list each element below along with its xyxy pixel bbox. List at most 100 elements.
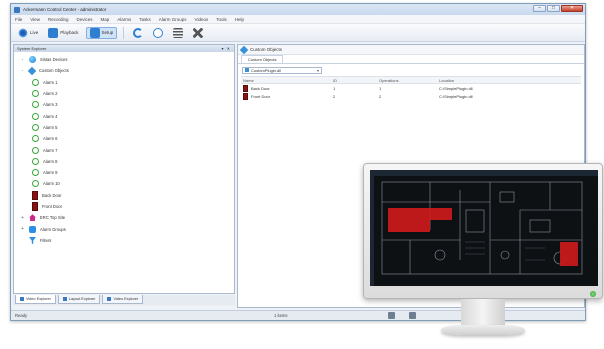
highlighted-zone-front[interactable]	[560, 242, 578, 266]
eye-icon	[18, 27, 28, 38]
column-header-location[interactable]: Location	[439, 78, 581, 83]
tree-node-label: Alarm 4	[43, 113, 58, 119]
tree-node-label: Alarm 6	[43, 136, 58, 142]
tree-node-alarm-3[interactable]: Alarm 3	[20, 99, 234, 110]
menu-file[interactable]: File	[15, 17, 22, 22]
setup-label: Setup	[101, 30, 114, 35]
menu-map[interactable]: Map	[100, 17, 109, 22]
menu-help[interactable]: Help	[235, 17, 244, 22]
menu-videos[interactable]: Videos	[195, 17, 209, 22]
title-bar: Ackermann Control Center - administrator…	[11, 4, 585, 15]
list-button[interactable]	[170, 27, 186, 39]
tree-node-alarm-9[interactable]: Alarm 9	[20, 167, 234, 178]
table-row[interactable]: Back Door 1 1 C:\SimplePlugin.dll	[241, 84, 581, 92]
menu-view[interactable]: View	[30, 17, 40, 22]
tree-node-alarm-7[interactable]: Alarm 7	[20, 144, 234, 155]
menu-devices[interactable]: Devices	[76, 17, 92, 22]
tree-node-alarm-groups[interactable]: + Alarm Groups	[20, 223, 234, 234]
custom-objects-tabs: Custom Objects	[238, 55, 584, 64]
monitor-stand-base	[441, 325, 525, 335]
explorer-tabs: Video Explorer Layout Explorer Video Exp…	[13, 295, 235, 305]
setup-icon	[89, 27, 100, 38]
tree-expander[interactable]: +	[20, 226, 25, 232]
help-icon	[153, 27, 164, 38]
power-led-icon	[590, 291, 596, 297]
tree-expander[interactable]: -	[20, 57, 25, 63]
table-row[interactable]: Front Door 2 2 C:\SimplePlugin.dll	[241, 92, 581, 100]
tree-node-alarm-2[interactable]: Alarm 2	[20, 88, 234, 99]
tree-node-alarm-4[interactable]: Alarm 4	[20, 110, 234, 121]
tree-node-label: Back Door	[42, 192, 62, 198]
tree-node-label: Alarm 8	[43, 158, 58, 164]
window-title: Ackermann Control Center - administrator	[23, 7, 107, 12]
plugin-select[interactable]: CustomPlugin.dll ▾	[242, 66, 322, 74]
close-button[interactable]: ✕	[561, 5, 583, 12]
tab-video-explorer[interactable]: Video Explorer	[15, 295, 56, 304]
cell-operations: 1	[379, 85, 382, 91]
tree-expander[interactable]: +	[20, 215, 25, 221]
ring-icon	[32, 112, 39, 120]
menu-recording[interactable]: Recording	[48, 17, 69, 22]
object-tree: - Sistas Devices - Custom Objects Alarm …	[14, 52, 234, 246]
tab-label: Video Explorer	[113, 297, 139, 301]
tree-node-erc-top-site[interactable]: + ERC Top Site	[20, 212, 234, 223]
live-button[interactable]: Live	[15, 27, 41, 39]
tree-node-sistas-devices[interactable]: - Sistas Devices	[20, 54, 234, 65]
cell-name: Back Door	[241, 84, 333, 92]
tree-node-label: Alarm 5	[43, 124, 58, 130]
tree-node-back-door[interactable]: Back Door	[20, 190, 234, 201]
tree-node-filters[interactable]: Filters	[20, 235, 234, 246]
menu-alarms[interactable]: Alarms	[117, 17, 131, 22]
panel-pin-close-icon[interactable]: ▾ ✕	[222, 46, 231, 51]
playback-button[interactable]: Playback	[45, 27, 81, 39]
explorer-tab-icon	[20, 297, 24, 301]
custom-objects-header: Custom Objects	[238, 45, 584, 55]
tree-node-alarm-1[interactable]: Alarm 1	[20, 77, 234, 88]
funnel-icon	[29, 236, 36, 244]
help-button[interactable]	[150, 27, 166, 39]
maximize-button[interactable]: □	[547, 5, 560, 12]
window-controls: – □ ✕	[533, 5, 583, 12]
floor-plan-screen	[370, 170, 598, 286]
column-header-id[interactable]: ID	[333, 78, 379, 83]
setup-button[interactable]: Setup	[85, 26, 118, 39]
globe-icon	[29, 56, 36, 64]
list-icon	[173, 27, 184, 38]
tree-node-alarm-10[interactable]: Alarm 10	[20, 178, 234, 189]
tree-node-front-door[interactable]: Front Door	[20, 201, 234, 212]
minimize-button[interactable]: –	[533, 5, 546, 12]
ring-icon	[32, 146, 39, 154]
house-icon	[29, 214, 36, 222]
cell-name: Front Door	[241, 92, 333, 100]
ring-icon	[32, 169, 39, 177]
column-header-operations[interactable]: Operations	[379, 78, 439, 83]
chevron-down-icon: ▾	[316, 67, 319, 73]
tree-expander[interactable]: -	[20, 68, 25, 74]
app-icon	[14, 6, 20, 13]
table-header: Name ID Operations Location	[241, 76, 581, 84]
tree-node-label: Alarm 1	[43, 79, 58, 85]
tree-node-custom-objects[interactable]: - Custom Objects	[20, 65, 234, 76]
tree-node-label: ERC Top Site	[40, 215, 66, 221]
cell-location: C:\SimplePlugin.dll	[439, 85, 473, 91]
menu-tools[interactable]: Tools	[216, 17, 227, 22]
tab-custom-objects[interactable]: Custom Objects	[241, 55, 284, 63]
ring-icon	[32, 101, 39, 109]
monitor-bezel	[363, 163, 603, 299]
tree-node-alarm-5[interactable]: Alarm 5	[20, 122, 234, 133]
tab-video-explorer-2[interactable]: Video Explorer	[102, 295, 144, 304]
delete-button[interactable]	[190, 27, 206, 39]
column-header-name[interactable]: Name	[241, 78, 333, 83]
refresh-button[interactable]	[130, 27, 146, 39]
menu-tasks[interactable]: Tasks	[139, 17, 151, 22]
tree-node-alarm-6[interactable]: Alarm 6	[20, 133, 234, 144]
plugin-filter-row: CustomPlugin.dll ▾	[238, 64, 584, 76]
ring-icon	[32, 90, 39, 98]
objects-table: Name ID Operations Location Back Door 1 …	[241, 76, 581, 100]
door-icon	[243, 84, 248, 92]
menu-alarm-groups[interactable]: Alarm Groups	[159, 17, 187, 22]
cell-name-text: Back Door	[251, 85, 270, 91]
tree-node-alarm-8[interactable]: Alarm 8	[20, 156, 234, 167]
status-item-count: 1 items	[274, 313, 288, 318]
tab-layout-explorer[interactable]: Layout Explorer	[57, 295, 101, 304]
